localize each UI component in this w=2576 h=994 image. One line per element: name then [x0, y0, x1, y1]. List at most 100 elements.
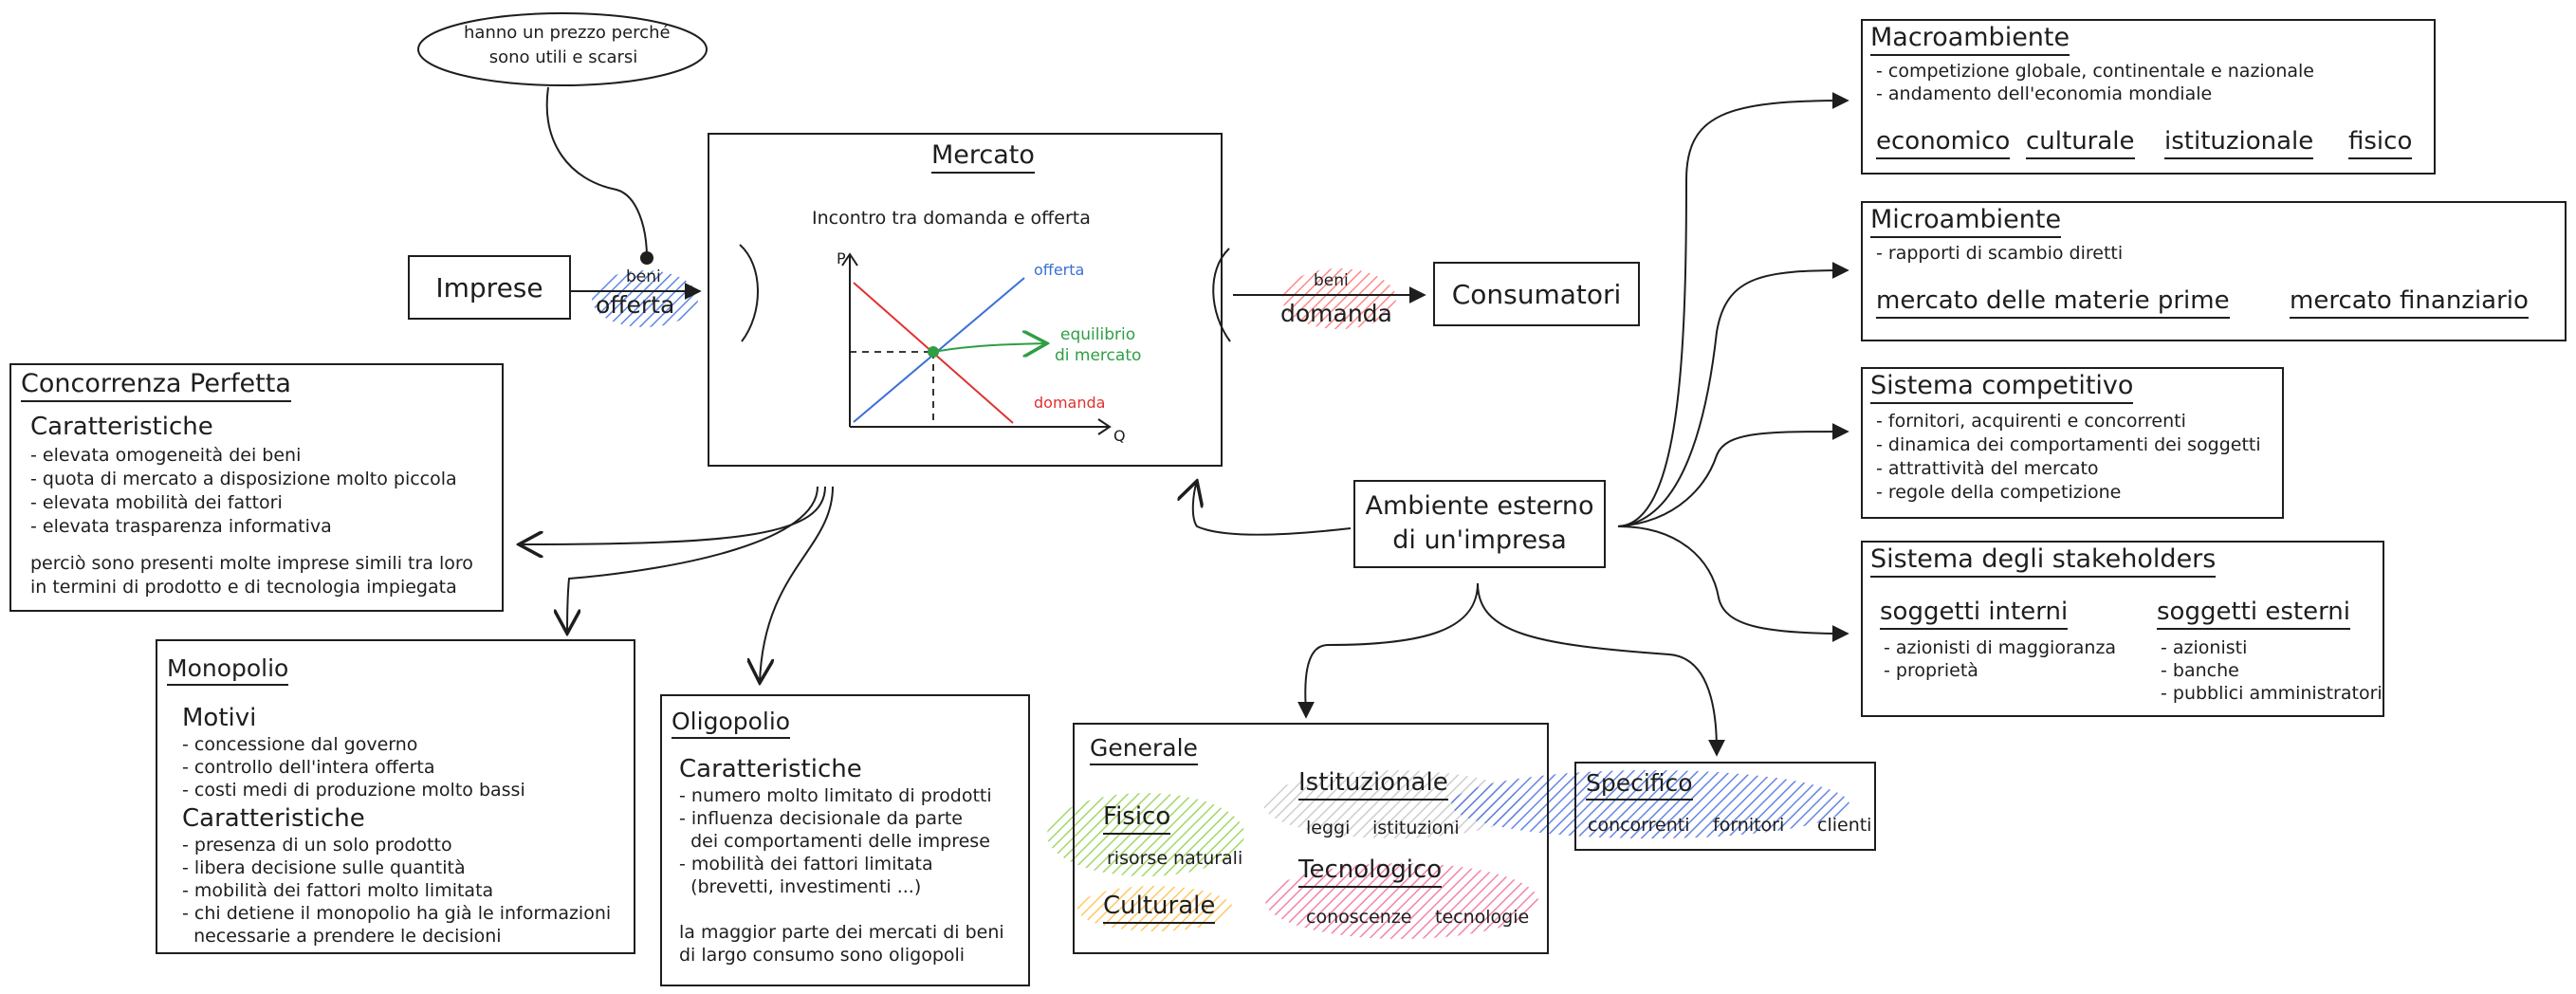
monopolio-car-1: - presenza di un solo prodotto [182, 835, 452, 856]
fisico-title: Fisico [1103, 802, 1171, 836]
equilibrium-point [928, 346, 939, 358]
competitivo-item-1: - fornitori, acquirenti e concorrenti [1876, 411, 2186, 432]
monopolio-motivo-1: - concessione dal governo [182, 734, 418, 755]
macro-title: Macroambiente [1870, 23, 2070, 57]
monopolio-car-2: - libera decisione sulle quantità [182, 857, 466, 878]
monopolio-box: Monopolio Motivi - concessione dal gover… [156, 639, 635, 954]
istituzionale-item-2: istituzioni [1372, 818, 1460, 838]
monopolio-title: Monopolio [167, 654, 289, 686]
macro-tag-4: fisico [2348, 127, 2413, 160]
concorrenza-note-2: in termini di prodotto e di tecnologia i… [30, 577, 457, 598]
monopolio-motivo-3: - costi medi di produzione molto bassi [182, 780, 525, 801]
concorrenza-item-2: - quota di mercato a disposizione molto … [30, 469, 457, 489]
note-dot [640, 251, 653, 265]
mercato-title: Mercato [931, 140, 1035, 175]
monopolio-car-5: necessarie a prendere le decisioni [182, 926, 502, 947]
competitivo-item-2: - dinamica dei comportamenti dei soggett… [1876, 434, 2261, 455]
microambiente-box: Microambiente - rapporti di scambio dire… [1861, 201, 2567, 341]
mercato-to-monopolio-arrow [567, 486, 819, 634]
interni-title: soggetti interni [1880, 598, 2069, 631]
concorrenza-item-4: - elevata trasparenza informativa [30, 516, 332, 537]
istituzionale-item-1: leggi [1306, 818, 1351, 838]
interni-item-2: - proprietà [1884, 660, 1978, 681]
mercato-box: Mercato Incontro tra domanda e offerta P… [708, 133, 1223, 467]
macroambiente-box: Macroambiente - competizione globale, co… [1861, 19, 2436, 175]
oligopolio-note-1: la maggior parte dei mercati di beni [679, 922, 1004, 943]
mercato-to-concorrenza-arrow [519, 486, 826, 544]
macro-item-1: - competizione globale, continentale e n… [1876, 61, 2314, 82]
monopolio-motivo-2: - controllo dell'intera offerta [182, 757, 435, 778]
specifico-item-3: clienti [1817, 815, 1872, 836]
oligopolio-box: Oligopolio Caratteristiche - numero molt… [660, 694, 1030, 986]
y-axis-label: P [837, 249, 846, 267]
oligopolio-note-2: di largo consumo sono oligopoli [679, 945, 966, 966]
micro-item-1: - rapporti di scambio diretti [1876, 243, 2124, 264]
oligopolio-item-4: - mobilità dei fattori limitata [679, 854, 933, 874]
micro-tag-2: mercato finanziario [2290, 286, 2529, 320]
competitivo-item-3: - attrattività del mercato [1876, 458, 2099, 479]
concorrenza-title: Concorrenza Perfetta [21, 369, 291, 403]
mercato-subtitle: Incontro tra domanda e offerta [812, 208, 1091, 229]
equilibrium-label-2: di mercato [1055, 346, 1141, 365]
ambiente-to-generale-arrow [1297, 582, 1479, 719]
monopolio-motivi-heading: Motivi [182, 704, 257, 732]
esterni-item-1: - azionisti [2161, 637, 2248, 658]
mind-map-canvas: { "note": {"line1": "hanno un prezzo per… [0, 0, 2576, 994]
offerta-big: offerta [596, 291, 675, 319]
concorrenza-heading: Caratteristiche [30, 413, 213, 441]
generale-box: Generale Fisico risorse naturali Cultura… [1073, 723, 1549, 954]
demand-label: domanda [1034, 394, 1105, 412]
note-line-2: sono utili e scarsi [488, 47, 638, 67]
esterni-title: soggetti esterni [2157, 598, 2351, 631]
competitivo-box: Sistema competitivo - fornitori, acquire… [1861, 367, 2284, 519]
monopolio-car-heading: Caratteristiche [182, 804, 365, 833]
x-axis-label: Q [1113, 427, 1126, 445]
stakeholders-title: Sistema degli stakeholders [1870, 544, 2217, 579]
specifico-item-2: fornitori [1713, 815, 1785, 836]
offerta-small: beni [626, 267, 661, 286]
tecnologico-item-1: conoscenze [1306, 907, 1412, 928]
istituzionale-title: Istituzionale [1298, 768, 1448, 801]
esterni-item-2: - banche [2161, 660, 2239, 681]
ambiente-line-2: di un'impresa [1392, 525, 1567, 555]
stakeholders-box: Sistema degli stakeholders soggetti inte… [1861, 541, 2384, 717]
fisico-item: risorse naturali [1107, 848, 1243, 869]
ambiente-line-1: Ambiente esterno [1365, 491, 1594, 521]
monopolio-car-4: - chi detiene il monopolio ha già le inf… [182, 903, 612, 924]
imprese-label: Imprese [435, 272, 543, 304]
macro-tag-2: culturale [2026, 127, 2135, 160]
tecnologico-title: Tecnologico [1298, 856, 1443, 889]
macro-tag-3: istituzionale [2164, 127, 2314, 160]
micro-tag-1: mercato delle materie prime [1876, 286, 2230, 320]
consumatori-label: Consumatori [1451, 279, 1622, 310]
ambiente-to-mercato-arrow [1193, 481, 1352, 536]
oligopolio-item-1: - numero molto limitato di prodotti [679, 785, 992, 806]
competitivo-item-4: - regole della competizione [1876, 482, 2122, 503]
monopolio-car-3: - mobilità dei fattori molto limitata [182, 880, 494, 901]
mercato-to-oligopolio-arrow [760, 486, 834, 683]
supply-demand-graph: P Q offerta domanda equilibrio di mercat… [837, 249, 1141, 445]
domanda-big: domanda [1280, 300, 1392, 327]
competitivo-title: Sistema competitivo [1870, 371, 2134, 405]
equilibrium-label-1: equilibrio [1060, 325, 1135, 344]
concorrenza-item-3: - elevata mobilità dei fattori [30, 492, 283, 513]
macro-item-2: - andamento dell'economia mondiale [1876, 83, 2213, 104]
ambiente-to-stakeholders-arrow [1617, 525, 1849, 642]
specifico-title: Specifico [1586, 769, 1693, 801]
oligopolio-heading: Caratteristiche [679, 755, 862, 783]
imprese-box: Imprese [408, 255, 571, 320]
concorrenza-note-1: perciò sono presenti molte imprese simil… [30, 553, 473, 574]
oligopolio-item-2: - influenza decisionale da parte [679, 808, 963, 829]
macro-tag-1: economico [1876, 127, 2011, 160]
generale-title: Generale [1090, 734, 1198, 765]
domanda-small: beni [1314, 271, 1349, 290]
ambiente-to-micro-arrow [1617, 262, 1849, 527]
oligopolio-title: Oligopolio [672, 708, 791, 739]
note-stem [545, 86, 648, 259]
ambiente-box: Ambiente esterno di un'impresa [1353, 480, 1606, 568]
specifico-box: Specifico concorrenti fornitori clienti [1574, 762, 1876, 851]
supply-label: offerta [1034, 261, 1084, 279]
oligopolio-item-5: (brevetti, investimenti ...) [679, 876, 922, 897]
culturale-title: Culturale [1103, 892, 1216, 925]
note-line-1: hanno un prezzo perché [464, 23, 671, 43]
